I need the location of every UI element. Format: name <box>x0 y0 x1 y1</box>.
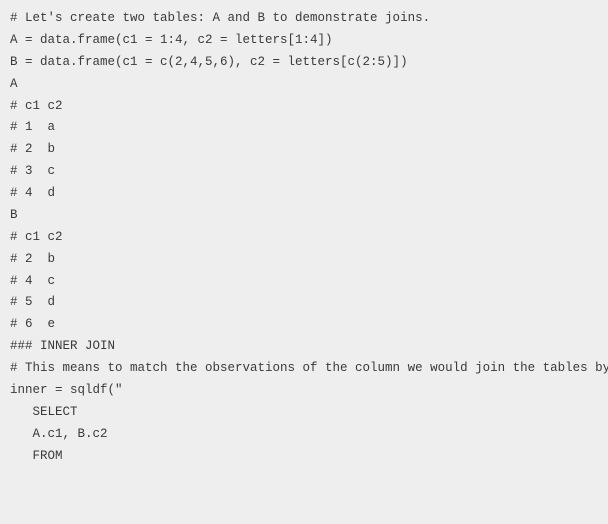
code-line: B <box>10 205 598 227</box>
code-line: A <box>10 74 598 96</box>
code-line: # Let's create two tables: A and B to de… <box>10 8 598 30</box>
code-block: # Let's create two tables: A and B to de… <box>10 8 598 467</box>
code-line: # c1 c2 <box>10 227 598 249</box>
code-line: # 3 c <box>10 161 598 183</box>
code-line: # 1 a <box>10 117 598 139</box>
code-line: # 2 b <box>10 249 598 271</box>
code-line: # c1 c2 <box>10 96 598 118</box>
code-line: B = data.frame(c1 = c(2,4,5,6), c2 = let… <box>10 52 598 74</box>
code-line: # 6 e <box>10 314 598 336</box>
code-line: ### INNER JOIN <box>10 336 598 358</box>
code-line: # 2 b <box>10 139 598 161</box>
code-line: FROM <box>10 446 598 468</box>
code-line: # 4 d <box>10 183 598 205</box>
code-line: A = data.frame(c1 = 1:4, c2 = letters[1:… <box>10 30 598 52</box>
code-line: # 4 c <box>10 271 598 293</box>
code-line: A.c1, B.c2 <box>10 424 598 446</box>
code-line: inner = sqldf(" <box>10 380 598 402</box>
code-line: # This means to match the observations o… <box>10 358 598 380</box>
code-line: SELECT <box>10 402 598 424</box>
code-line: # 5 d <box>10 292 598 314</box>
